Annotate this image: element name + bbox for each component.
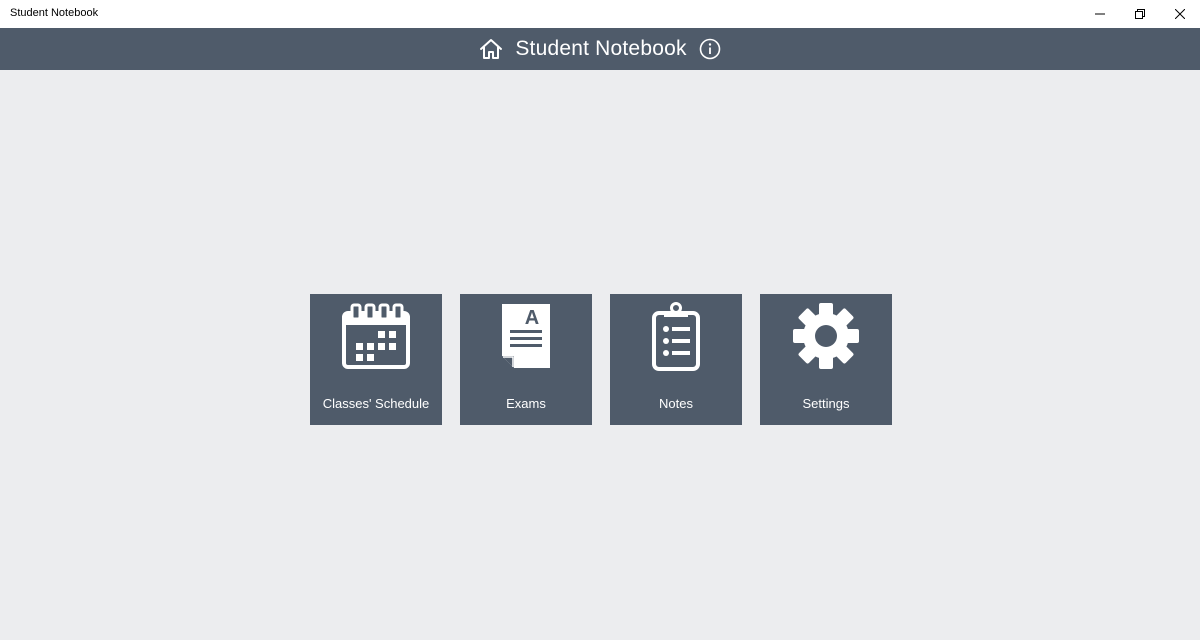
- tile-classes-schedule[interactable]: Classes' Schedule: [310, 294, 442, 425]
- restore-button[interactable]: [1120, 0, 1160, 28]
- app-window: Student Notebook Student Notebook Classe…: [0, 0, 1200, 640]
- calendar-icon: [310, 300, 442, 372]
- header-content: Student Notebook: [479, 37, 720, 61]
- svg-text:A: A: [525, 307, 539, 329]
- title-bar[interactable]: Student Notebook: [0, 0, 1200, 28]
- tile-notes[interactable]: Notes: [610, 294, 742, 425]
- info-icon[interactable]: [699, 38, 721, 60]
- tile-settings[interactable]: Settings: [760, 294, 892, 425]
- page-title: Student Notebook: [515, 37, 687, 60]
- gear-icon: [760, 300, 892, 372]
- tile-label: Classes' Schedule: [322, 396, 430, 411]
- home-icon[interactable]: [479, 38, 503, 60]
- close-button[interactable]: [1160, 0, 1200, 28]
- minimize-icon: [1095, 13, 1105, 15]
- window-controls: [1080, 0, 1200, 28]
- tile-exams[interactable]: A Exams: [460, 294, 592, 425]
- tile-label: Exams: [506, 396, 546, 411]
- exam-document-icon: A: [460, 300, 592, 372]
- tile-label: Notes: [659, 396, 693, 411]
- app-header: Student Notebook: [0, 28, 1200, 70]
- tile-grid: Classes' Schedule A Exams Notes Settings: [310, 294, 892, 425]
- close-icon: [1175, 9, 1185, 19]
- tile-label: Settings: [802, 396, 850, 411]
- minimize-button[interactable]: [1080, 0, 1120, 28]
- restore-icon: [1135, 9, 1145, 19]
- clipboard-list-icon: [610, 300, 742, 372]
- window-title: Student Notebook: [10, 7, 99, 19]
